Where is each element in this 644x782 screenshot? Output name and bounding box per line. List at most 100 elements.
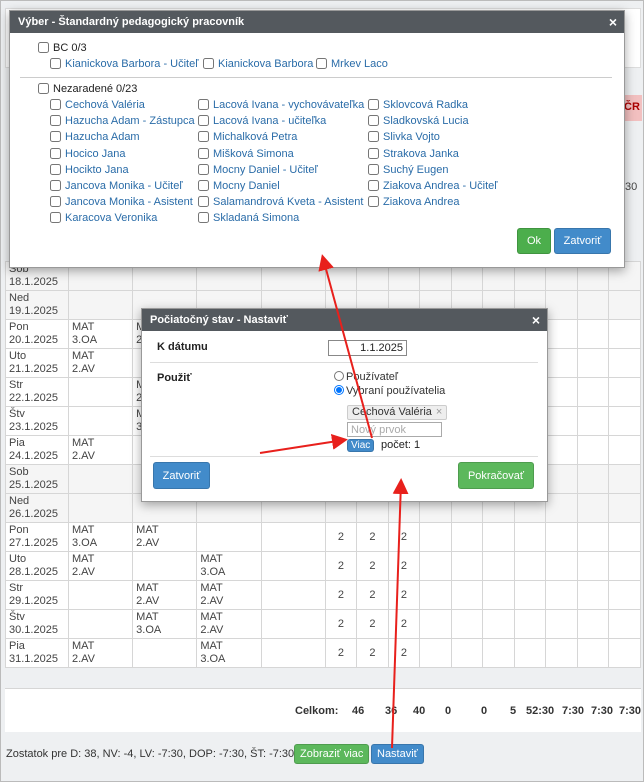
empty-cell bbox=[260, 609, 326, 639]
radio[interactable] bbox=[334, 385, 344, 395]
continue-button[interactable]: Pokračovať bbox=[458, 462, 534, 489]
empty-cell bbox=[260, 580, 326, 610]
show-more-button[interactable]: Zobraziť viac bbox=[294, 744, 370, 764]
user-option[interactable]: Karacova Veronika bbox=[50, 212, 157, 224]
new-item-input[interactable] bbox=[347, 422, 442, 437]
user-option[interactable]: Jancova Monika - Asistent bbox=[50, 196, 193, 208]
user-label: Hazucha Adam bbox=[65, 131, 140, 144]
empty-cell bbox=[608, 580, 641, 610]
checkbox[interactable] bbox=[198, 163, 209, 175]
day-name: Uto bbox=[9, 350, 27, 362]
user-option[interactable]: Cechová Valéria bbox=[50, 99, 145, 111]
empty-cell bbox=[608, 290, 641, 320]
checkbox[interactable] bbox=[50, 180, 61, 191]
calendar-row: Str 29.1.2025 MAT 2.AV MAT 2.AV 2 2 2 bbox=[5, 580, 641, 610]
group-checkbox-bc[interactable]: BC 0/3 bbox=[38, 42, 87, 54]
day-name: Štv bbox=[9, 408, 25, 420]
date-field[interactable] bbox=[328, 340, 407, 356]
lesson-cell: MAT 2.AV bbox=[196, 609, 262, 639]
user-option[interactable]: Sklovcová Radka bbox=[368, 99, 468, 111]
checkbox[interactable] bbox=[50, 131, 61, 143]
checkbox[interactable] bbox=[368, 115, 379, 127]
user-option[interactable]: Mrkev Laco bbox=[316, 58, 388, 70]
day-cell: Ned 19.1.2025 bbox=[5, 290, 69, 320]
radio-selected-users[interactable]: Vybraní používatelia bbox=[334, 385, 445, 397]
checkbox[interactable] bbox=[316, 58, 327, 69]
checkbox[interactable] bbox=[50, 163, 61, 175]
checkbox[interactable] bbox=[198, 115, 209, 127]
empty-cell bbox=[608, 464, 641, 494]
user-option[interactable]: Hazucha Adam - Zástupca bbox=[50, 115, 195, 127]
checkbox[interactable] bbox=[50, 115, 61, 127]
checkbox[interactable] bbox=[50, 58, 61, 69]
radio[interactable] bbox=[334, 371, 344, 381]
count-cell: 2 bbox=[387, 580, 421, 610]
empty-cell bbox=[545, 319, 578, 349]
empty-cell bbox=[513, 580, 547, 610]
user-option[interactable]: Skladaná Simona bbox=[198, 212, 299, 224]
checkbox[interactable] bbox=[198, 131, 209, 143]
checkbox[interactable] bbox=[38, 83, 49, 94]
user-option[interactable]: Hazucha Adam bbox=[50, 131, 140, 143]
count-cell: 2 bbox=[324, 551, 358, 581]
user-option[interactable]: Michalková Petra bbox=[198, 131, 297, 143]
user-option[interactable]: Sladkovská Lucia bbox=[368, 115, 469, 127]
user-option[interactable]: Salamandrová Kveta - Asistent bbox=[198, 196, 363, 208]
checkbox[interactable] bbox=[198, 180, 209, 191]
cr-badge: ČR bbox=[624, 95, 642, 121]
group-checkbox-unassigned[interactable]: Nezaradené 0/23 bbox=[38, 83, 137, 95]
checkbox[interactable] bbox=[368, 131, 379, 143]
checkbox[interactable] bbox=[50, 147, 61, 159]
close-button[interactable]: Zatvoriť bbox=[554, 228, 611, 254]
checkbox[interactable] bbox=[50, 99, 61, 110]
checkbox[interactable] bbox=[368, 196, 379, 208]
user-option[interactable]: Ziakova Andrea bbox=[368, 196, 459, 208]
set-button[interactable]: Nastaviť bbox=[371, 744, 424, 764]
user-label: Mocny Daniel bbox=[213, 180, 280, 192]
user-option[interactable]: Lacová Ivana - učiteľka bbox=[198, 115, 326, 127]
user-option[interactable]: Hocico Jana bbox=[50, 147, 126, 160]
checkbox[interactable] bbox=[368, 180, 379, 191]
ok-button[interactable]: Ok bbox=[517, 228, 551, 254]
close-button[interactable]: Zatvoriť bbox=[153, 462, 210, 489]
empty-cell bbox=[608, 609, 641, 639]
user-option[interactable]: Ziakova Andrea - Učiteľ bbox=[368, 180, 497, 192]
more-button[interactable]: Viac bbox=[347, 439, 375, 452]
checkbox[interactable] bbox=[198, 212, 209, 224]
empty-cell bbox=[450, 551, 484, 581]
user-option[interactable]: Jancova Monika - Učiteľ bbox=[50, 180, 183, 192]
day-cell: Štv 23.1.2025 bbox=[5, 406, 69, 436]
user-option[interactable]: Strakova Janka bbox=[368, 147, 459, 160]
checkbox[interactable] bbox=[198, 99, 209, 110]
checkbox[interactable] bbox=[368, 147, 379, 159]
close-icon[interactable]: × bbox=[609, 14, 617, 30]
checkbox[interactable] bbox=[368, 163, 379, 175]
calendar-row: Pia 31.1.2025 MAT 2.AV MAT 3.OA 2 2 2 bbox=[5, 638, 641, 668]
user-option[interactable]: Suchý Eugen bbox=[368, 163, 448, 176]
checkbox[interactable] bbox=[198, 196, 209, 208]
day-cell: Štv 30.1.2025 bbox=[5, 609, 69, 639]
checkbox[interactable] bbox=[38, 42, 49, 53]
lesson-cell: MAT 2.AV bbox=[132, 522, 198, 552]
checkbox[interactable] bbox=[50, 212, 61, 224]
remove-icon[interactable]: × bbox=[436, 406, 442, 418]
user-label: Hocikto Jana bbox=[65, 163, 129, 176]
user-option[interactable]: Mišková Simona bbox=[198, 147, 294, 160]
user-option[interactable]: Mocny Daniel - Učiteľ bbox=[198, 163, 318, 176]
user-option[interactable]: Mocny Daniel bbox=[198, 180, 280, 192]
close-icon[interactable]: × bbox=[532, 312, 540, 328]
count-cell: 2 bbox=[324, 609, 358, 639]
user-option[interactable]: Slivka Vojto bbox=[368, 131, 440, 143]
empty-cell bbox=[576, 464, 610, 494]
radio-user[interactable]: Používateľ bbox=[334, 371, 398, 383]
user-option[interactable]: Kianickova Barbora bbox=[203, 58, 313, 70]
user-option[interactable]: Hocikto Jana bbox=[50, 163, 129, 176]
user-option[interactable]: Kianickova Barbora - Učiteľ bbox=[50, 58, 198, 70]
user-option[interactable]: Lacová Ivana - vychovávateľka bbox=[198, 99, 364, 111]
checkbox[interactable] bbox=[198, 147, 209, 159]
day-cell: Pon 20.1.2025 bbox=[5, 319, 69, 349]
calendar-row: Pon 27.1.2025 MAT 3.OA MAT 2.AV 2 2 2 bbox=[5, 522, 641, 552]
checkbox[interactable] bbox=[50, 196, 61, 208]
checkbox[interactable] bbox=[368, 99, 379, 110]
checkbox[interactable] bbox=[203, 58, 214, 69]
